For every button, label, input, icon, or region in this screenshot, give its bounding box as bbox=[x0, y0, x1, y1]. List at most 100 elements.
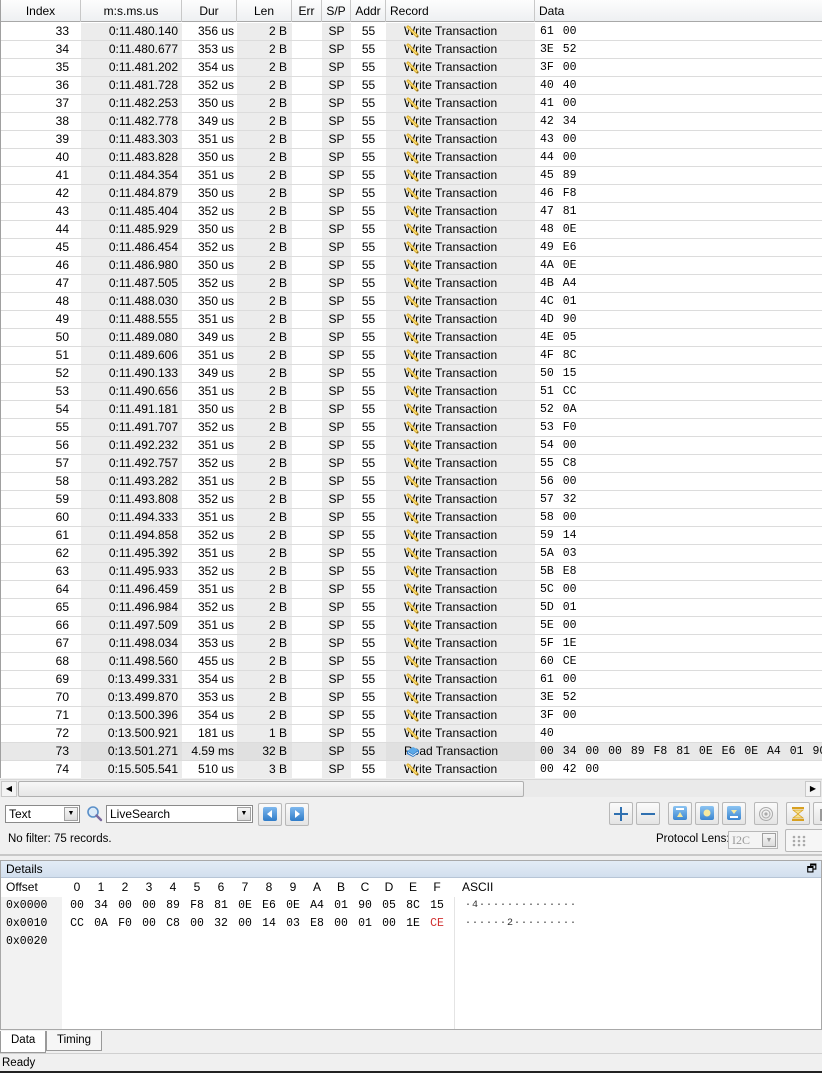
column-header-timestamp[interactable]: m:s.ms.us bbox=[81, 0, 182, 22]
hex-byte[interactable]: 01 bbox=[353, 917, 377, 930]
target-button[interactable] bbox=[754, 802, 778, 825]
protocol-lens-select[interactable]: I2C ▼ bbox=[728, 831, 778, 849]
hourglass-button[interactable] bbox=[786, 802, 810, 825]
protocol-lens-settings-button[interactable] bbox=[785, 829, 822, 852]
hex-byte[interactable]: 00 bbox=[329, 917, 353, 930]
next-match-button[interactable] bbox=[285, 803, 309, 826]
tab-data[interactable]: Data bbox=[0, 1031, 47, 1053]
table-row[interactable]: 33 0:11.480.140 356 us 2 B SP 55 Write Transac… bbox=[1, 23, 822, 41]
column-header-start-stop[interactable]: S/P bbox=[322, 0, 351, 22]
table-row[interactable]: 35 0:11.481.202 354 us 2 B SP 55 Write Transac… bbox=[1, 59, 822, 77]
table-row[interactable]: 68 0:11.498.560 455 us 2 B SP 55 Write Transac… bbox=[1, 653, 822, 671]
hex-byte[interactable]: 15 bbox=[425, 899, 449, 912]
hex-byte[interactable]: 00 bbox=[137, 899, 161, 912]
table-row[interactable]: 73 0:13.501.271 4.59 ms 32 B SP 55 Read Transa… bbox=[1, 743, 822, 761]
hex-byte[interactable]: 81 bbox=[209, 899, 233, 912]
search-icon[interactable] bbox=[86, 805, 103, 822]
table-row[interactable]: 36 0:11.481.728 352 us 2 B SP 55 Write Transac… bbox=[1, 77, 822, 95]
delete-button[interactable] bbox=[813, 802, 822, 825]
table-row[interactable]: 50 0:11.489.080 349 us 2 B SP 55 Write Transac… bbox=[1, 329, 822, 347]
table-row[interactable]: 34 0:11.480.677 353 us 2 B SP 55 Write Transac… bbox=[1, 41, 822, 59]
remove-filter-button[interactable] bbox=[636, 802, 660, 825]
table-row[interactable]: 47 0:11.487.505 352 us 2 B SP 55 Write Transac… bbox=[1, 275, 822, 293]
table-row[interactable]: 65 0:11.496.984 352 us 2 B SP 55 Write Transac… bbox=[1, 599, 822, 617]
table-row[interactable]: 40 0:11.483.828 350 us 2 B SP 55 Write Transac… bbox=[1, 149, 822, 167]
column-header-record[interactable]: Record bbox=[386, 0, 535, 22]
table-row[interactable]: 54 0:11.491.181 350 us 2 B SP 55 Write Transac… bbox=[1, 401, 822, 419]
hex-byte[interactable]: E8 bbox=[305, 917, 329, 930]
table-row[interactable]: 41 0:11.484.354 351 us 2 B SP 55 Write Transac… bbox=[1, 167, 822, 185]
column-header-index[interactable]: Index bbox=[1, 0, 81, 22]
chevron-down-icon[interactable]: ▼ bbox=[64, 807, 78, 821]
table-row[interactable]: 74 0:15.505.541 510 us 3 B SP 55 Write Transac… bbox=[1, 761, 822, 778]
table-row[interactable]: 62 0:11.495.392 351 us 2 B SP 55 Write Transac… bbox=[1, 545, 822, 563]
chevron-down-icon[interactable]: ▼ bbox=[762, 833, 776, 847]
table-row[interactable]: 70 0:13.499.870 353 us 2 B SP 55 Write Transac… bbox=[1, 689, 822, 707]
table-row[interactable]: 53 0:11.490.656 351 us 2 B SP 55 Write Transac… bbox=[1, 383, 822, 401]
table-row[interactable]: 60 0:11.494.333 351 us 2 B SP 55 Write Transac… bbox=[1, 509, 822, 527]
hex-byte[interactable]: 1E bbox=[401, 917, 425, 930]
hex-byte[interactable]: 00 bbox=[377, 917, 401, 930]
table-row[interactable]: 37 0:11.482.253 350 us 2 B SP 55 Write Transac… bbox=[1, 95, 822, 113]
hex-byte[interactable]: CC bbox=[65, 917, 89, 930]
hex-byte[interactable]: A4 bbox=[305, 899, 329, 912]
table-row[interactable]: 49 0:11.488.555 351 us 2 B SP 55 Write Transac… bbox=[1, 311, 822, 329]
hex-byte[interactable]: CE bbox=[425, 917, 449, 930]
hex-byte[interactable]: 00 bbox=[113, 899, 137, 912]
table-row[interactable]: 51 0:11.489.606 351 us 2 B SP 55 Write Transac… bbox=[1, 347, 822, 365]
chevron-down-icon[interactable]: ▼ bbox=[237, 807, 251, 821]
table-row[interactable]: 44 0:11.485.929 350 us 2 B SP 55 Write Transac… bbox=[1, 221, 822, 239]
hex-byte[interactable]: 34 bbox=[89, 899, 113, 912]
previous-match-button[interactable] bbox=[258, 803, 282, 826]
hex-byte[interactable]: C8 bbox=[161, 917, 185, 930]
search-type-select[interactable]: Text ▼ bbox=[5, 805, 80, 823]
hex-byte[interactable]: 32 bbox=[209, 917, 233, 930]
hex-dump[interactable]: 0x0000 00 34 00 00 89 F8 81 0E E6 0E A4 01 90 05 8C 15·4… bbox=[1, 897, 821, 1029]
scroll-left-arrow-icon[interactable]: ◀ bbox=[1, 781, 17, 797]
hex-byte[interactable]: 0A bbox=[89, 917, 113, 930]
table-row[interactable]: 45 0:11.486.454 352 us 2 B SP 55 Write Transac… bbox=[1, 239, 822, 257]
table-row[interactable]: 46 0:11.486.980 350 us 2 B SP 55 Write Transac… bbox=[1, 257, 822, 275]
table-row[interactable]: 69 0:13.499.331 354 us 2 B SP 55 Write Transac… bbox=[1, 671, 822, 689]
hex-byte[interactable]: F0 bbox=[113, 917, 137, 930]
table-row[interactable]: 59 0:11.493.808 352 us 2 B SP 55 Write Transac… bbox=[1, 491, 822, 509]
column-header-error[interactable]: Err bbox=[292, 0, 322, 22]
table-row[interactable]: 61 0:11.494.858 352 us 2 B SP 55 Write Transac… bbox=[1, 527, 822, 545]
ascii-line[interactable]: ······2········· bbox=[465, 918, 577, 929]
hex-byte[interactable]: 90 bbox=[353, 899, 377, 912]
hex-byte[interactable]: F8 bbox=[185, 899, 209, 912]
table-row[interactable]: 39 0:11.483.303 351 us 2 B SP 55 Write Transac… bbox=[1, 131, 822, 149]
hex-byte[interactable]: 00 bbox=[185, 917, 209, 930]
column-header-duration[interactable]: Dur bbox=[182, 0, 237, 22]
table-row[interactable]: 58 0:11.493.282 351 us 2 B SP 55 Write Transac… bbox=[1, 473, 822, 491]
restore-window-icon[interactable]: 🗗 bbox=[807, 861, 817, 878]
add-filter-button[interactable] bbox=[609, 802, 633, 825]
table-row[interactable]: 67 0:11.498.034 353 us 2 B SP 55 Write Transac… bbox=[1, 635, 822, 653]
hex-byte[interactable]: 03 bbox=[281, 917, 305, 930]
hex-byte[interactable]: 05 bbox=[377, 899, 401, 912]
column-header-length[interactable]: Len bbox=[237, 0, 292, 22]
horizontal-scrollbar[interactable]: ◀ ▶ bbox=[0, 779, 822, 797]
hex-byte[interactable]: 8C bbox=[401, 899, 425, 912]
table-row[interactable]: 72 0:13.500.921 181 us 1 B SP 55 Write Transac… bbox=[1, 725, 822, 743]
hex-byte[interactable]: 01 bbox=[329, 899, 353, 912]
hex-byte[interactable]: 0E bbox=[281, 899, 305, 912]
table-row[interactable]: 42 0:11.484.879 350 us 2 B SP 55 Write Transac… bbox=[1, 185, 822, 203]
table-row[interactable]: 71 0:13.500.396 354 us 2 B SP 55 Write Transac… bbox=[1, 707, 822, 725]
record-button[interactable] bbox=[695, 802, 719, 825]
table-row[interactable]: 63 0:11.495.933 352 us 2 B SP 55 Write Transac… bbox=[1, 563, 822, 581]
table-row[interactable]: 38 0:11.482.778 349 us 2 B SP 55 Write Transac… bbox=[1, 113, 822, 131]
collapse-top-button[interactable] bbox=[668, 802, 692, 825]
table-row[interactable]: 66 0:11.497.509 351 us 2 B SP 55 Write Transac… bbox=[1, 617, 822, 635]
hex-byte[interactable]: 00 bbox=[65, 899, 89, 912]
column-header-address[interactable]: Addr bbox=[351, 0, 386, 22]
table-row[interactable]: 52 0:11.490.133 349 us 2 B SP 55 Write Transac… bbox=[1, 365, 822, 383]
table-row[interactable]: 55 0:11.491.707 352 us 2 B SP 55 Write Transac… bbox=[1, 419, 822, 437]
hex-byte[interactable]: 14 bbox=[257, 917, 281, 930]
table-row[interactable]: 56 0:11.492.232 351 us 2 B SP 55 Write Transac… bbox=[1, 437, 822, 455]
ascii-line[interactable]: ·4·············· bbox=[465, 900, 577, 911]
table-row[interactable]: 43 0:11.485.404 352 us 2 B SP 55 Write Transac… bbox=[1, 203, 822, 221]
live-search-input[interactable]: LiveSearch ▼ bbox=[106, 805, 253, 823]
table-row[interactable]: 57 0:11.492.757 352 us 2 B SP 55 Write Transac… bbox=[1, 455, 822, 473]
hex-byte[interactable]: 0E bbox=[233, 899, 257, 912]
